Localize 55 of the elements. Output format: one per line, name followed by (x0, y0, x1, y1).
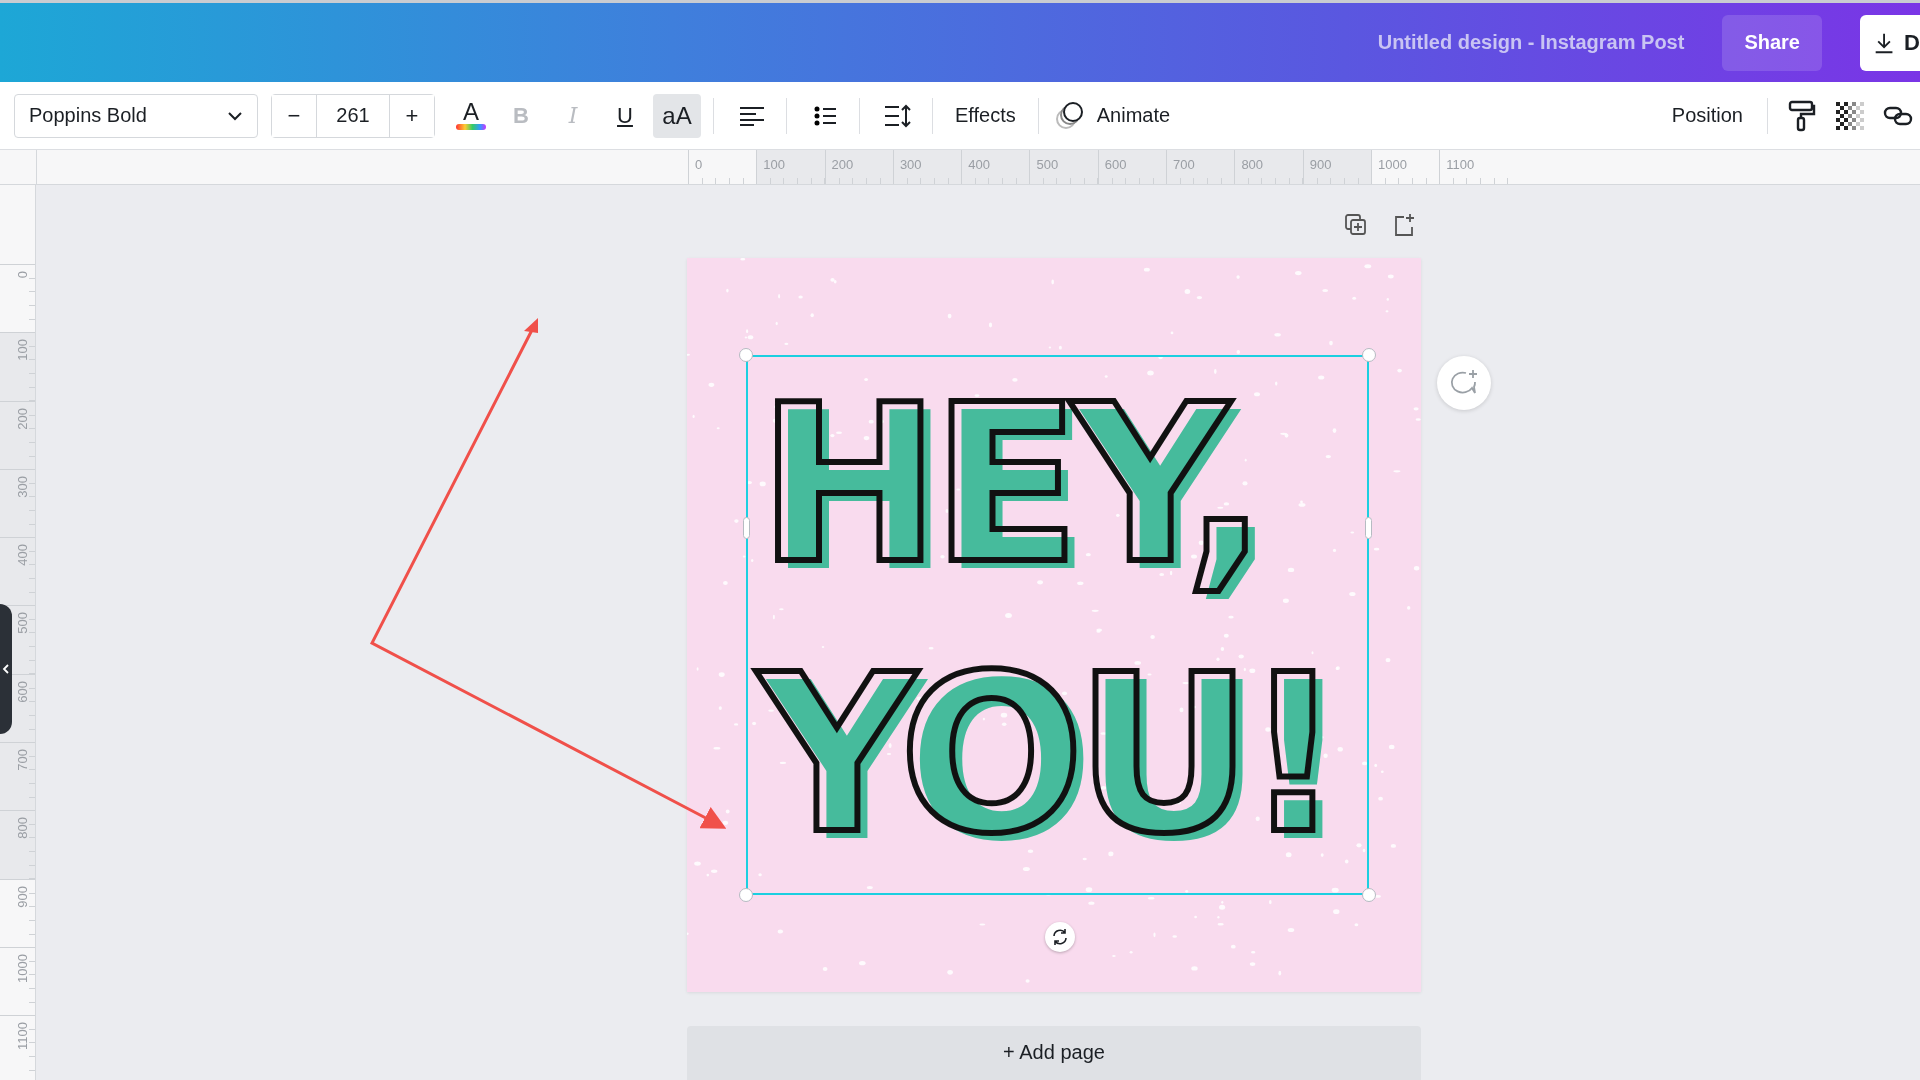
ruler-label: 900 (1308, 156, 1332, 172)
ruler-label: 1100 (1445, 156, 1475, 172)
ruler-label: 300 (898, 156, 922, 172)
ruler-label: 0 (694, 156, 703, 172)
resize-handle[interactable] (743, 516, 750, 539)
add-page-button[interactable]: + Add page (687, 1025, 1421, 1080)
ruler-label: 100 (15, 339, 30, 361)
resize-handle[interactable] (739, 887, 753, 902)
share-button[interactable]: Share (1722, 14, 1822, 71)
font-size-stepper[interactable]: − 261 + (271, 93, 435, 138)
ruler-label: 800 (15, 817, 30, 840)
ruler-label: 1000 (15, 953, 30, 983)
ruler-label: 800 (1240, 156, 1264, 172)
ruler-label: 500 (1035, 156, 1059, 172)
ruler-label: 700 (15, 749, 30, 771)
duplicate-icon (1344, 213, 1368, 238)
resize-handle[interactable] (1365, 516, 1372, 539)
add-page-icon (1392, 213, 1416, 238)
color-bar-icon (456, 124, 486, 130)
ruler-label: 200 (830, 156, 854, 172)
ruler-label: 1000 (1376, 156, 1407, 172)
position-button[interactable]: Position (1661, 93, 1753, 138)
headline-text: HEY, (757, 370, 1259, 599)
ruler-label: 0 (15, 271, 30, 279)
resize-handle[interactable] (1362, 347, 1376, 362)
ruler-label: 700 (1172, 156, 1195, 172)
add-comment-button[interactable] (1437, 355, 1491, 410)
ruler-label: 400 (15, 544, 30, 566)
design-page[interactable]: HEY, YOU! (687, 257, 1421, 992)
font-size-field[interactable]: 261 (316, 94, 390, 137)
font-dropdown[interactable]: Poppins Bold (14, 93, 258, 138)
chevron-left-icon (2, 663, 10, 675)
letter-case-button[interactable]: aA (653, 93, 701, 138)
animate-button[interactable]: Animate (1050, 93, 1175, 138)
ruler-label: 100 (762, 156, 785, 172)
download-button[interactable]: D (1860, 14, 1920, 71)
text-color-button[interactable]: A (449, 93, 493, 138)
ruler-label: 200 (15, 407, 30, 430)
effects-button[interactable]: Effects (945, 93, 1026, 138)
animate-icon (1054, 101, 1085, 130)
collapse-panel-button[interactable] (0, 604, 12, 734)
ruler-label: 600 (1103, 156, 1127, 172)
ruler-label: 500 (15, 612, 30, 635)
underline-button[interactable]: U (601, 93, 649, 138)
ruler-label: 1100 (15, 1022, 30, 1051)
ruler-label: 900 (15, 885, 30, 908)
rotate-handle[interactable] (1045, 921, 1075, 952)
selection-box[interactable]: HEY, YOU! (746, 354, 1369, 895)
chevron-down-icon (227, 110, 243, 121)
resize-handle[interactable] (739, 347, 753, 362)
rotate-icon (1051, 927, 1069, 946)
ruler-label: 300 (15, 475, 30, 498)
resize-handle[interactable] (1362, 887, 1376, 902)
ruler-label: 400 (967, 156, 990, 172)
ruler-label: 600 (15, 680, 30, 703)
